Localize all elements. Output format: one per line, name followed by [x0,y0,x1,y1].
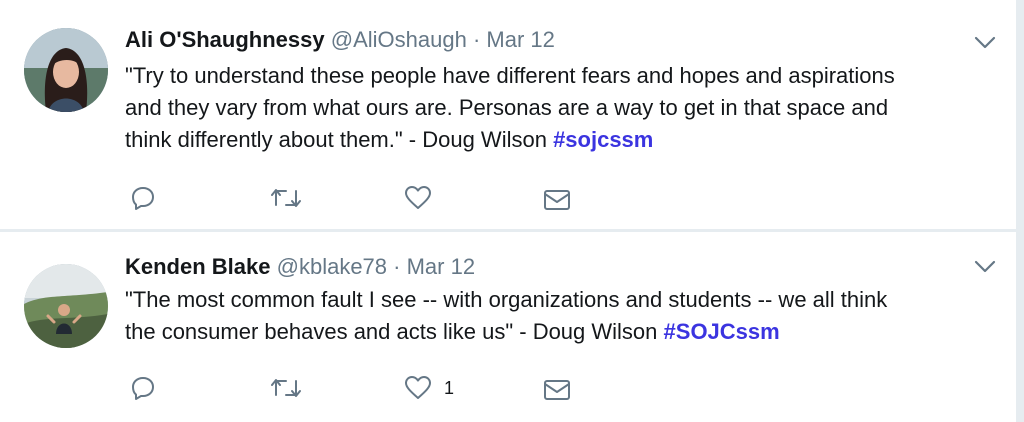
heart-icon [405,376,431,399]
author-handle[interactable]: @AliOshaugh [331,27,467,52]
tweet-text-line: the consumer behaves and acts like us" -… [125,319,664,344]
tweet-header: Ali O'Shaughnessy @AliOshaugh · Mar 12 [125,27,555,53]
separator-dot: · [393,254,401,279]
author-name[interactable]: Kenden Blake [125,254,271,279]
chevron-down-icon[interactable] [973,259,997,275]
like-button[interactable] [404,184,444,212]
heart-icon [405,186,431,209]
separator-dot: · [472,27,481,52]
retweet-icon [271,379,301,397]
author-name[interactable]: Ali O'Shaughnessy [125,27,325,52]
envelope-icon [544,380,570,400]
reply-button[interactable] [130,184,156,212]
avatar[interactable] [24,28,108,112]
hashtag-link[interactable]: #SOJCssm [664,319,780,344]
like-count: 1 [444,377,455,398]
tweet-text-line: think differently about them." - Doug Wi… [125,127,554,152]
reply-icon [132,187,154,210]
like-button[interactable]: 1 [404,374,454,402]
hashtag-link[interactable]: #sojcssm [553,127,653,152]
author-handle[interactable]: @kblake78 [277,254,387,279]
tweet-text-line: "The most common fault I see -- with org… [125,287,888,312]
avatar[interactable] [24,264,108,348]
direct-message-button[interactable] [543,376,571,404]
reply-button[interactable] [130,374,156,402]
reply-icon [132,377,154,400]
retweet-button[interactable] [271,374,301,402]
tweet-date[interactable]: Mar 12 [486,27,554,52]
tweet-text: "Try to understand these people have dif… [125,60,995,156]
tweet-text-line: and they vary from what ours are. Person… [125,95,889,120]
envelope-icon [544,190,570,210]
retweet-button[interactable] [271,184,301,212]
tweet-header: Kenden Blake @kblake78 · Mar 12 [125,254,475,280]
chevron-down-icon[interactable] [973,35,997,51]
tweet-feed: Ali O'Shaughnessy @AliOshaugh · Mar 12 "… [0,0,1024,422]
direct-message-button[interactable] [543,186,571,214]
tweet-text: "The most common fault I see -- with org… [125,284,995,348]
tweet-text-line: "Try to understand these people have dif… [125,63,895,88]
tweet-date[interactable]: Mar 12 [407,254,475,279]
retweet-icon [271,189,301,207]
